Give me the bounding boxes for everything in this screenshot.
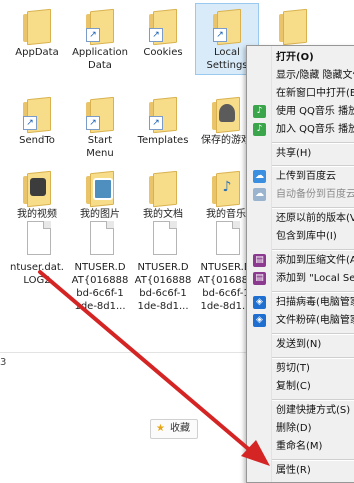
folder-item-cookies[interactable]: ↗ Cookies xyxy=(132,4,194,76)
item-label: Cookies xyxy=(143,47,183,58)
baidu-cloud-icon: ☁ xyxy=(253,188,266,201)
folder-item-partial[interactable] xyxy=(262,4,324,46)
status-bar: 3 xyxy=(0,352,246,375)
menu-item-properties[interactable]: 属性(R) xyxy=(247,461,354,481)
folder-item-start-menu[interactable]: ↗ Start Menu xyxy=(69,92,131,164)
menu-item-toggle-hidden[interactable]: 显示/隐藏 隐藏文件 xyxy=(247,66,354,86)
item-label: SendTo xyxy=(19,135,55,146)
menu-item-delete[interactable]: 删除(D) xyxy=(247,419,354,439)
file-item-ntuser-dat-2[interactable]: NTUSER.D AT{016888 bd-6c6f-1 1de-8d1... xyxy=(132,219,194,317)
menu-item-scan-virus[interactable]: ◈扫描病毒(电脑管家) xyxy=(247,293,354,313)
folder-item-templates[interactable]: ↗ Templates xyxy=(132,92,194,152)
menu-item-shred-file[interactable]: ◈文件粉碎(电脑管家) xyxy=(247,311,354,331)
menu-item-include-library[interactable]: 包含到库中(I) xyxy=(247,227,354,247)
videos-folder-icon xyxy=(17,166,57,208)
folder-shortcut-icon: ↗ xyxy=(143,92,183,134)
item-label: AppData xyxy=(15,47,59,58)
file-item-ntuser-log2[interactable]: ntuser.dat. LOG2 xyxy=(6,219,68,291)
folder-item-my-pictures[interactable]: 我的图片 xyxy=(69,166,131,220)
folder-shortcut-icon: ↗ xyxy=(207,4,247,46)
folder-item-my-videos[interactable]: 我的视频 xyxy=(6,166,68,220)
archive-icon: ▤ xyxy=(253,254,266,267)
folder-item-application-data[interactable]: ↗ Application Data xyxy=(69,4,131,76)
menu-item-qqmusic-add[interactable]: ♪ 加入 QQ音乐 播放 xyxy=(247,120,354,140)
menu-item-send-to[interactable]: 发送到(N) xyxy=(247,335,354,355)
qq-music-icon: ♪ xyxy=(253,105,266,118)
item-label: NTUSER.D AT{016888 bd-6c6f-1 1de-8d1... xyxy=(134,262,192,312)
item-count-text: 3 xyxy=(0,357,7,368)
menu-item-rename[interactable]: 重命名(M) xyxy=(247,437,354,457)
item-label: Templates xyxy=(137,135,189,146)
folder-item-my-documents[interactable]: 我的文档 xyxy=(132,166,194,220)
context-menu: 打开(O) 显示/隐藏 隐藏文件 在新窗口中打开(E) ♪ 使用 QQ音乐 播放 … xyxy=(246,45,354,483)
menu-item-restore-versions[interactable]: 还原以前的版本(V) xyxy=(247,209,354,229)
folder-item-sendto[interactable]: ↗ SendTo xyxy=(6,92,68,152)
pc-manager-icon: ◈ xyxy=(253,314,266,327)
menu-item-open[interactable]: 打开(O) xyxy=(247,48,354,68)
folder-icon xyxy=(17,4,57,46)
file-icon xyxy=(206,219,246,259)
file-icon xyxy=(80,219,120,259)
folder-shortcut-icon: ↗ xyxy=(143,4,183,46)
star-icon: ★ xyxy=(156,423,165,434)
folder-shortcut-icon: ↗ xyxy=(17,92,57,134)
documents-folder-icon xyxy=(143,166,183,208)
item-label: ntuser.dat. LOG2 xyxy=(10,262,64,286)
item-label: Start Menu xyxy=(86,135,114,159)
qq-music-icon: ♪ xyxy=(253,123,266,136)
menu-item-baidu-backup: ☁ 自动备份到百度云 xyxy=(253,188,354,201)
folder-shortcut-icon: ↗ xyxy=(80,4,120,46)
menu-item-open-new-window[interactable]: 在新窗口中打开(E) xyxy=(247,84,354,104)
file-icon xyxy=(17,219,57,259)
folder-icon xyxy=(273,4,313,46)
favorite-label: 收藏 xyxy=(170,423,190,434)
music-folder-icon: ♪ xyxy=(206,166,246,208)
menu-item-add-archive[interactable]: ▤添加到压缩文件(A)... xyxy=(247,251,354,271)
item-label: Application Data xyxy=(72,47,128,71)
baidu-cloud-icon: ☁ xyxy=(253,170,266,183)
saved-games-folder-icon xyxy=(206,92,246,134)
menu-item-cut[interactable]: 剪切(T) xyxy=(247,359,354,379)
menu-item-add-archive-named[interactable]: ▤添加到 "Local Sett xyxy=(247,269,354,289)
folder-shortcut-icon: ↗ xyxy=(80,92,120,134)
pictures-folder-icon xyxy=(80,166,120,208)
menu-item-baidu-upload[interactable]: ☁ 上传到百度云 xyxy=(247,167,354,187)
menu-item-share[interactable]: 共享(H) xyxy=(247,144,354,164)
menu-item-copy[interactable]: 复制(C) xyxy=(247,377,354,397)
menu-item-create-shortcut[interactable]: 创建快捷方式(S) xyxy=(247,401,354,421)
menu-item-qqmusic-play[interactable]: ♪ 使用 QQ音乐 播放 xyxy=(247,102,354,122)
archive-icon: ▤ xyxy=(253,272,266,285)
file-icon xyxy=(143,219,183,259)
file-item-ntuser-dat-1[interactable]: NTUSER.D AT{016888 bd-6c6f-1 1de-8d1... xyxy=(69,219,131,317)
folder-item-appdata[interactable]: AppData xyxy=(6,4,68,76)
pc-manager-icon: ◈ xyxy=(253,296,266,309)
item-label: NTUSER.D AT{016888 bd-6c6f-1 1de-8d1... xyxy=(71,262,129,312)
favorite-button[interactable]: ★ 收藏 xyxy=(150,419,198,439)
